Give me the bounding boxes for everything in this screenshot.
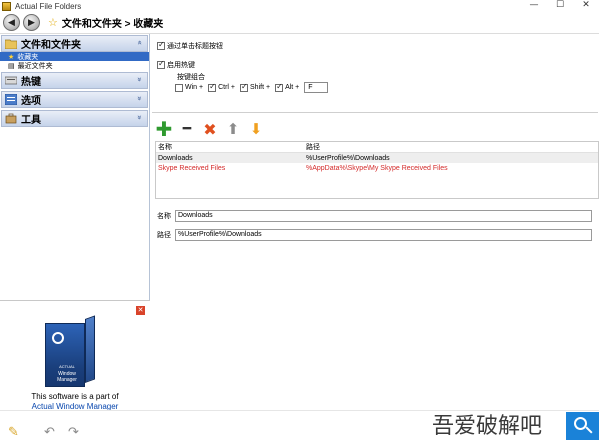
path-label: 路径 [157,232,171,239]
close-button[interactable]: ✕ [573,0,599,12]
search-icon [566,412,599,440]
ctrl-modifier[interactable]: Ctrl + [208,82,236,92]
keyboard-icon [5,76,17,85]
path-input[interactable]: %UserProfile%\Downloads [175,229,592,241]
item-name: Skype Received Files [158,164,226,172]
shift-checkbox[interactable] [240,82,249,92]
shift-label: Shift + [250,84,271,91]
ctrl-label: Ctrl + [218,84,236,91]
shift-modifier[interactable]: Shift + [240,82,271,92]
enable-hotkey-checkbox-row[interactable]: 启用热键 [157,59,195,70]
back-button[interactable]: ◀ [3,14,20,31]
star-icon: ★ [8,52,15,61]
minimize-button[interactable]: — [521,0,547,12]
alt-modifier[interactable]: Alt + [275,82,300,92]
chevron-down-icon[interactable]: » [135,115,144,120]
win-checkbox[interactable] [175,83,183,92]
maximize-button[interactable]: ☐ [547,0,573,12]
item-path: %AppData%\Skype\My Skype Received Files [306,164,448,172]
sidebar-section-files[interactable]: 文件和文件夹 » [1,35,148,52]
product-box-brand: ACTUAL [59,364,75,369]
divider [152,112,598,113]
name-label: 名称 [157,213,171,220]
star-icon: ☆ [48,16,58,29]
sidebar-section-label: 工具 [21,115,41,126]
title-click-checkbox-row[interactable]: 通过单击标题按钮 [157,40,223,51]
product-box-name: Window Manager [57,371,77,383]
move-down-button[interactable]: ⬇ [247,120,265,138]
column-header-path[interactable]: 路径 [306,142,596,152]
title-click-label: 通过单击标题按钮 [167,43,223,50]
alt-label: Alt + [285,84,300,91]
column-header-name[interactable]: 名称 [156,142,306,152]
redo-icon[interactable]: ↷ [68,425,79,440]
list-item[interactable]: Downloads %UserProfile%\Downloads [156,153,598,163]
name-input[interactable]: Downloads [175,210,592,222]
sidebar-section-label: 热键 [21,77,41,88]
product-logo-icon [52,332,64,344]
list-item[interactable]: Skype Received Files %AppData%\Skype\My … [156,163,598,173]
main-content: 通过单击标题按钮 启用热键 按键组合 Win + Ctrl + Shift + … [151,34,599,410]
watermark-text: 吾爱破解吧 [418,412,565,440]
name-field-row: 名称 Downloads [157,210,592,222]
sidebar-item-label: 最近文件夹 [17,62,53,70]
folder-list: 名称 路径 Downloads %UserProfile%\Downloads … [155,141,599,199]
title-click-checkbox[interactable] [157,40,165,50]
modifier-keys: Win + Ctrl + Shift + Alt + F [175,82,329,93]
sidebar-section-tools[interactable]: 工具 » [1,110,148,127]
enable-hotkey-checkbox[interactable] [157,59,165,69]
item-path: %UserProfile%\Downloads [306,154,390,162]
path-field-row: 路径 %UserProfile%\Downloads [157,229,592,241]
list-header: 名称 路径 [156,142,598,153]
sidebar-section-options[interactable]: 选项 » [1,91,148,108]
win-modifier[interactable]: Win + [175,83,204,92]
window-title: Actual File Folders [15,1,82,11]
undo-icon[interactable]: ↶ [44,425,55,440]
edit-icon[interactable]: ✎ [8,425,19,440]
chevron-up-icon[interactable]: » [135,40,144,45]
chevron-down-icon[interactable]: » [135,96,144,101]
delete-button[interactable]: ✖ [201,120,219,139]
separator-button[interactable]: ━ [178,120,196,138]
recent-folder-icon: ▤ [8,61,15,70]
options-icon [5,94,17,105]
alt-checkbox[interactable] [275,82,284,92]
sidebar-section-hotkeys[interactable]: 热键 » [1,72,148,89]
enable-hotkey-label: 启用热键 [167,62,195,69]
promo-text: This software is a part of [31,392,119,401]
title-bar: Actual File Folders — ☐ ✕ [0,0,599,12]
sidebar-item-recent-folders[interactable]: ▤ 最近文件夹 [0,61,149,70]
breadcrumb: 文件和文件夹 > 收藏夹 [61,19,164,30]
hotkey-key-input[interactable]: F [304,82,329,93]
folder-toolbar: ✚ ━ ✖ ⬆ ⬇ [155,117,270,141]
add-button[interactable]: ✚ [155,117,173,141]
chevron-down-icon[interactable]: » [135,77,144,82]
sidebar-section-label: 选项 [21,96,41,107]
ctrl-checkbox[interactable] [208,82,217,92]
promo-panel: ✕ ACTUAL Window Manager This software is… [0,300,150,412]
tools-icon [5,113,17,124]
win-label: Win + [185,84,204,91]
close-icon[interactable]: ✕ [136,306,145,315]
sidebar-section-label: 文件和文件夹 [21,40,81,51]
app-icon [2,1,11,11]
move-up-button[interactable]: ⬆ [224,120,242,138]
forward-button[interactable]: ▶ [23,14,40,31]
address-bar: ◀ ▶ ☆ 文件和文件夹 > 收藏夹 [0,12,599,34]
key-combo-label: 按键组合 [177,74,205,81]
window-controls: — ☐ ✕ [521,0,599,12]
item-name: Downloads [158,154,193,162]
folder-icon [5,39,17,49]
product-box-image: ACTUAL Window Manager [45,315,97,387]
